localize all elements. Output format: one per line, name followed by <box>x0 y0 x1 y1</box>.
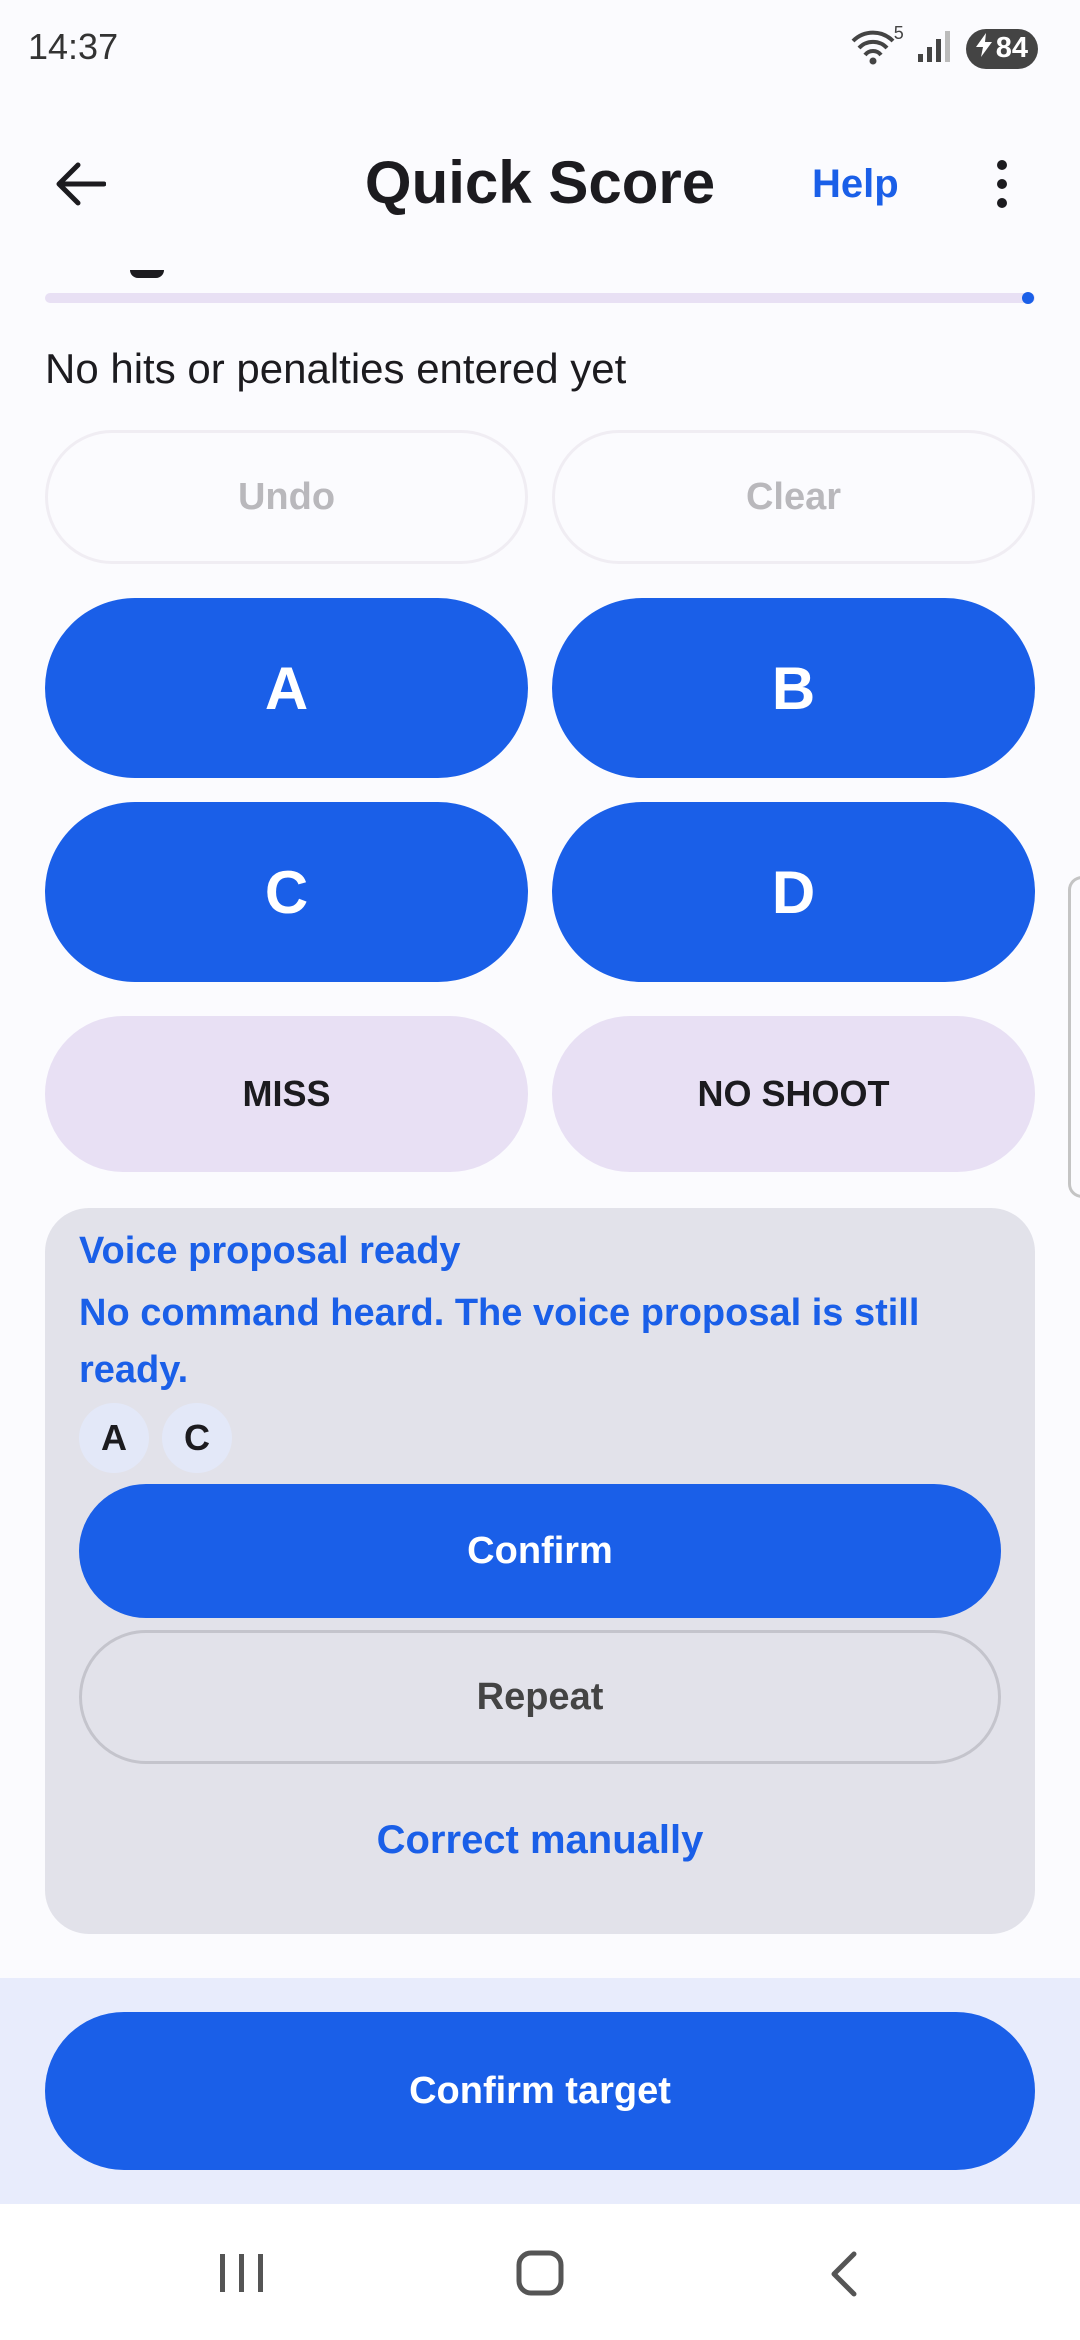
score-c-button[interactable]: C <box>45 802 528 982</box>
confirm-target-button[interactable]: Confirm target <box>45 2012 1035 2170</box>
correct-manually-link[interactable]: Correct manually <box>0 1818 1080 1863</box>
battery-level: 84 <box>995 32 1028 64</box>
no-shoot-button[interactable]: NO SHOOT <box>552 1016 1035 1172</box>
voice-proposal-message: No command heard. The voice proposal is … <box>79 1292 920 1391</box>
miss-button[interactable]: MISS <box>45 1016 528 1172</box>
system-nav-bar <box>0 2204 1080 2340</box>
page-title: Quick Score <box>364 149 716 216</box>
score-a-button[interactable]: A <box>45 598 528 778</box>
more-options-button[interactable] <box>980 150 1024 218</box>
entry-summary: No hits or penalties entered yet <box>45 345 627 392</box>
proposal-chip-a: A <box>79 1403 149 1473</box>
status-icons: 5 84 <box>850 23 1038 69</box>
status-time: 14:37 <box>28 26 119 67</box>
clipped-label-fragment <box>130 270 164 278</box>
confirm-proposal-button[interactable]: Confirm <box>79 1484 1001 1618</box>
repeat-button[interactable]: Repeat <box>79 1630 1001 1764</box>
clear-button[interactable]: Clear <box>552 430 1035 564</box>
entry-progress-fill <box>45 293 1035 303</box>
wifi-icon: 5 <box>850 23 904 69</box>
chevron-left-icon <box>831 2251 857 2297</box>
home-icon <box>516 2250 564 2296</box>
score-d-button[interactable]: D <box>552 802 1035 982</box>
undo-button[interactable]: Undo <box>45 430 528 564</box>
recents-button[interactable] <box>212 2252 272 2299</box>
home-button[interactable] <box>516 2250 564 2301</box>
edge-panel-handle[interactable] <box>1068 876 1080 1198</box>
entry-progress-track <box>45 293 1035 303</box>
recents-icon <box>220 2254 263 2292</box>
signal-icon <box>916 28 952 69</box>
proposal-chip-c: C <box>162 1403 232 1473</box>
help-button[interactable]: Help <box>812 162 899 207</box>
system-back-button[interactable] <box>826 2250 860 2303</box>
voice-proposal-title: Voice proposal ready <box>79 1230 461 1272</box>
charging-icon <box>975 32 992 65</box>
battery-indicator: 84 <box>965 28 1038 69</box>
progress-end-dot <box>1022 292 1034 304</box>
score-b-button[interactable]: B <box>552 598 1035 778</box>
more-vert-icon <box>997 160 1007 170</box>
wifi-badge: 5 <box>893 22 904 43</box>
